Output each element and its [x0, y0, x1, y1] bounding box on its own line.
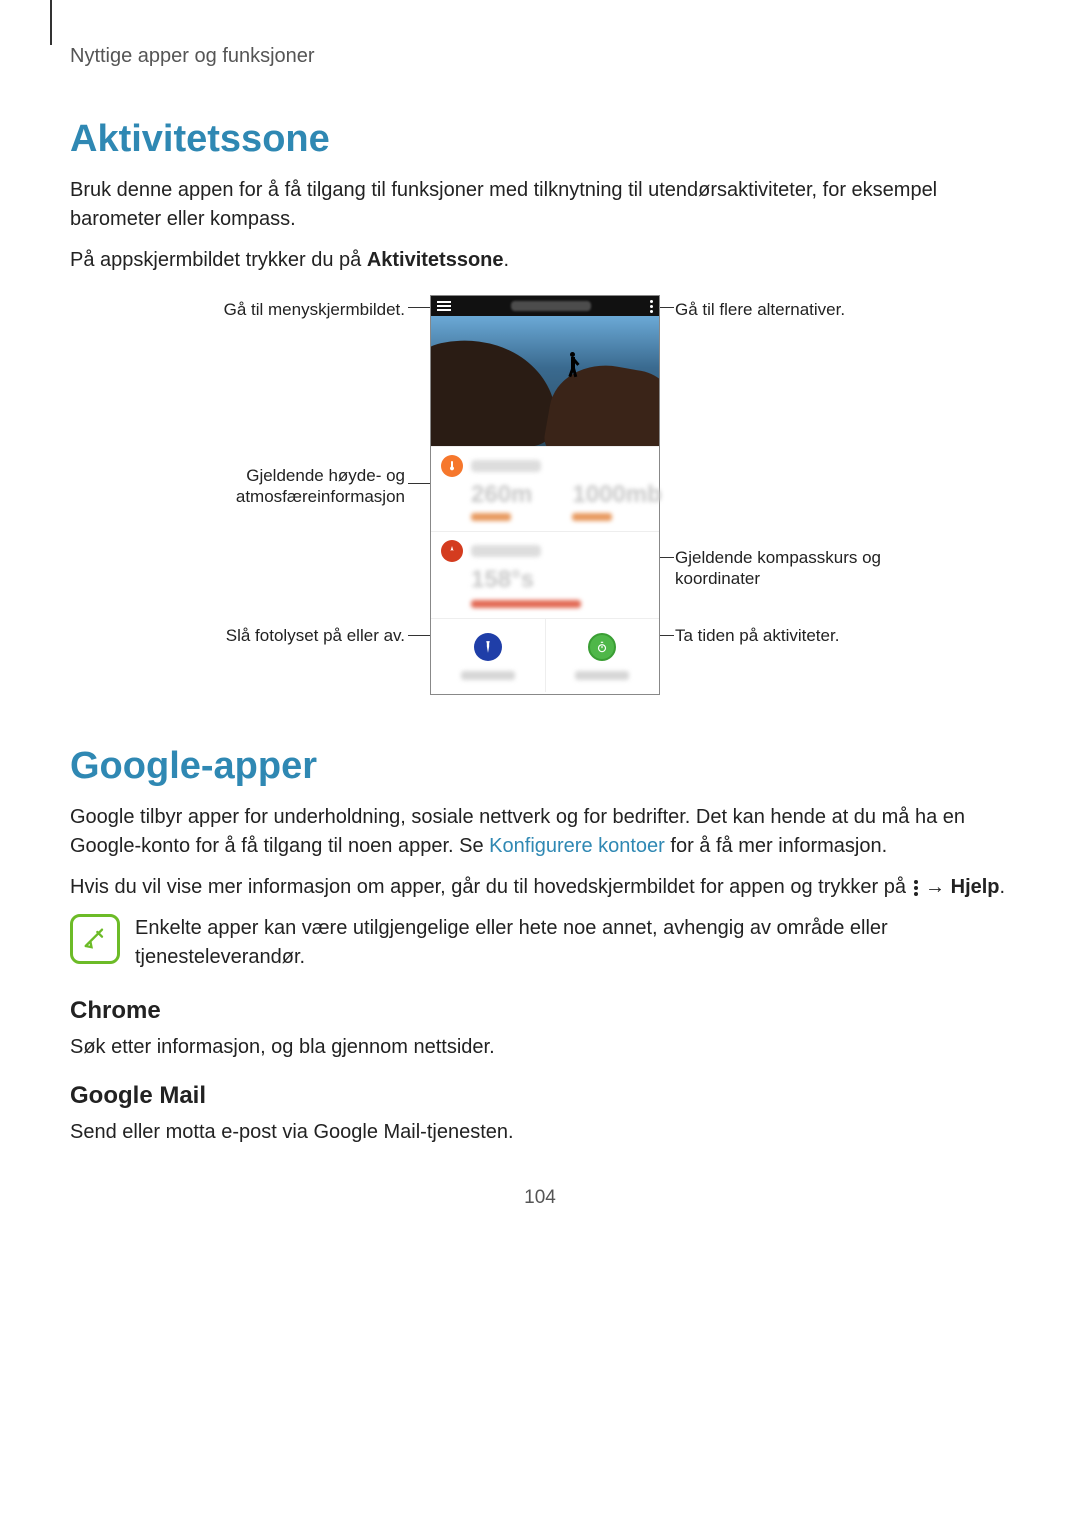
page-number: 104 [70, 1187, 1010, 1209]
section1-p2: På appskjermbildet trykker du på Aktivit… [70, 246, 1010, 275]
breadcrumb: Nyttige apper og funksjoner [70, 45, 1010, 68]
section2-p1: Google tilbyr apper for underholdning, s… [70, 803, 1010, 861]
section2-p2c-bold: Hjelp [951, 876, 1000, 898]
leader-altitude [408, 483, 430, 484]
callout-menu: Gå til menyskjermbildet. [150, 299, 405, 320]
leader-compass [660, 557, 674, 558]
more-icon-inline [914, 880, 918, 896]
topbar-title-blur [511, 301, 591, 311]
pressure-value: 1000mb [572, 481, 661, 509]
barometer-panel: 260m 1000mb [431, 446, 659, 531]
stopwatch-cell [545, 619, 660, 692]
more-icon [650, 300, 653, 313]
phone-mock: 260m 1000mb [430, 295, 660, 695]
phone-topbar [431, 296, 659, 316]
leader-more [660, 307, 674, 308]
note-text: Enkelte apper kan være utilgjengelige el… [135, 914, 1010, 972]
gmail-heading: Google Mail [70, 1082, 1010, 1110]
hero-image [431, 316, 659, 446]
section1-p2c: . [504, 249, 510, 271]
section1-title: Aktivitetssone [70, 118, 1010, 161]
section1-p2a: På appskjermbildet trykker du på [70, 249, 367, 271]
section1-p2b-bold: Aktivitetssone [367, 249, 504, 271]
compass-label-blur [471, 545, 541, 557]
section2-p2: Hvis du vil vise mer informasjon om appe… [70, 873, 1010, 902]
gmail-text: Send eller motta e-post via Google Mail-… [70, 1118, 1010, 1147]
menu-icon [437, 301, 451, 311]
note-row: Enkelte apper kan være utilgjengelige el… [70, 914, 1010, 972]
activity-zone-figure: Gå til menyskjermbildet. Gjeldende høyde… [150, 295, 930, 705]
chrome-text: Søk etter informasjon, og bla gjennom ne… [70, 1033, 1010, 1062]
callout-altitude: Gjeldende høyde- og atmosfæreinformasjon [150, 465, 405, 508]
thermometer-icon [441, 455, 463, 477]
stopwatch-label-blur [575, 671, 629, 680]
pressure-sub-blur [572, 513, 612, 521]
callout-compass: Gjeldende kompasskurs og koordinater [675, 547, 915, 590]
note-icon [70, 914, 120, 964]
margin-line [50, 0, 52, 45]
hiker-silhouette [566, 351, 580, 377]
compass-panel: 158°s [431, 531, 659, 618]
chrome-heading: Chrome [70, 997, 1010, 1025]
compass-value: 158°s [471, 566, 534, 594]
section2-title: Google-apper [70, 745, 1010, 788]
callout-timer: Ta tiden på aktiviteter. [675, 625, 915, 646]
flashlight-icon [474, 633, 502, 661]
barometer-label-blur [471, 460, 541, 472]
flashlight-label-blur [461, 671, 515, 680]
callout-more: Gå til flere alternativer. [675, 299, 915, 320]
section2-p2a: Hvis du vil vise mer informasjon om appe… [70, 876, 912, 898]
leader-flash [408, 635, 430, 636]
flashlight-cell [431, 619, 545, 692]
coords-blur [471, 600, 581, 608]
leader-timer [660, 635, 674, 636]
compass-icon [441, 540, 463, 562]
konfigurere-kontoer-link[interactable]: Konfigurere kontoer [489, 835, 665, 857]
section2-p1b: for å få mer informasjon. [665, 835, 887, 857]
section2-p2d: . [1000, 876, 1006, 898]
callout-flash: Slå fotolyset på eller av. [150, 625, 405, 646]
leader-menu [408, 307, 430, 308]
altitude-value: 260m [471, 481, 532, 509]
stopwatch-icon [588, 633, 616, 661]
bottom-row [431, 618, 659, 692]
altitude-sub-blur [471, 513, 511, 521]
section1-p1: Bruk denne appen for å få tilgang til fu… [70, 176, 1010, 234]
section2-p2b: → [920, 876, 951, 898]
